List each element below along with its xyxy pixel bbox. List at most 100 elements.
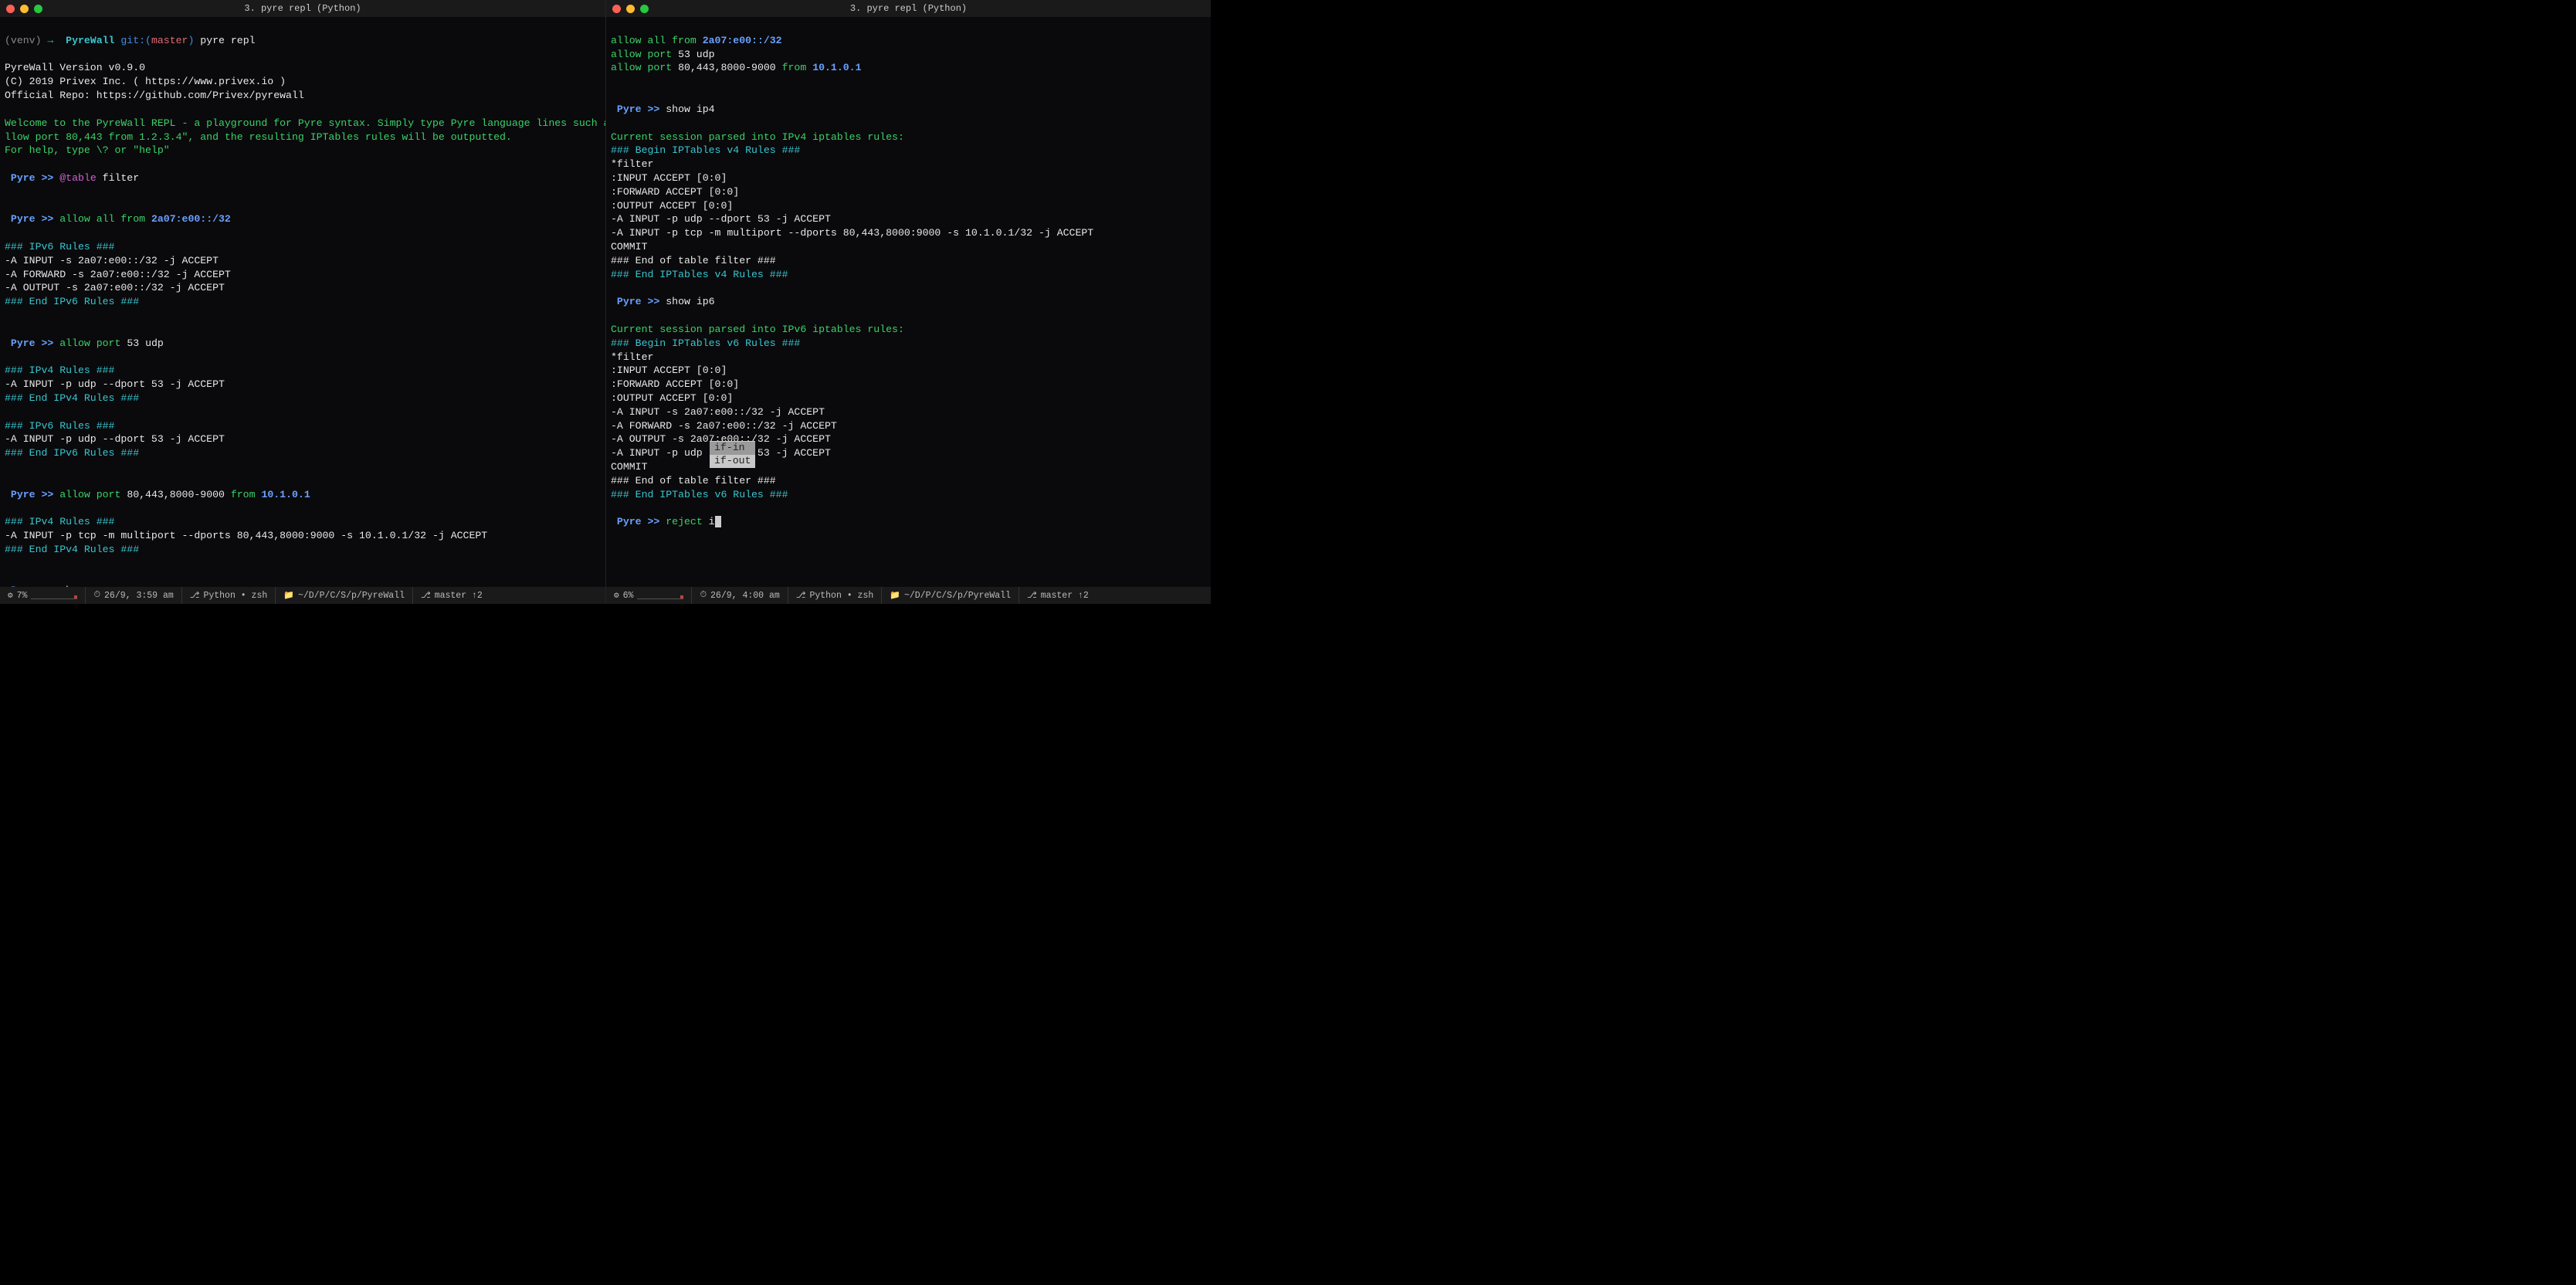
status-branch[interactable]: ⎇ master ↑2 [1019,587,1096,604]
rules-footer: ### End IPv6 Rules ### [5,296,139,307]
repl-input-ip: 10.1.0.1 [261,489,310,500]
status-folder[interactable]: 📁 ~/D/P/C/S/p/PyreWall [276,587,413,604]
window-title: 3. pyre repl (Python) [0,3,605,14]
traffic-lights [0,5,42,13]
status-cpu: ⚙ 7% [0,587,86,604]
terminal-content-left[interactable]: (venv) → PyreWall git:(master) pyre repl… [0,17,605,587]
rules-line: :OUTPUT ACCEPT [0:0] [611,392,733,404]
cursor-icon [715,516,721,527]
rules-header: ### IPv6 Rules ### [5,241,114,253]
rule-line: allow port [611,49,678,60]
section-header: Current session parsed into IPv6 iptable… [611,324,904,335]
rules-end: ### End IPTables v6 Rules ### [611,489,788,500]
rules-header: ### IPv4 Rules ### [5,516,114,527]
repl-input[interactable]: reject [666,516,708,527]
status-branch-value: master ↑2 [435,591,483,601]
repl-prompt: Pyre >> [11,172,53,184]
rules-line: -A FORWARD -s 2a07:e00::/32 -j ACCEPT [5,269,231,280]
repl-input: show ip6 [666,296,714,307]
maximize-icon[interactable] [640,5,649,13]
banner-line: PyreWall Version v0.9.0 [5,62,145,73]
repl-input: @table [59,172,96,184]
terminal-content-right[interactable]: allow all from 2a07:e00::/32 allow port … [606,17,1211,546]
rules-line: -A INPUT -p udp --dport 53 -j ACCEPT [5,378,225,390]
status-clock-value: 26/9, 3:59 am [104,591,174,601]
autocomplete-item[interactable]: if-in [710,442,755,455]
rule-ip: 10.1.0.1 [812,62,861,73]
autocomplete-item[interactable]: if-out [710,455,755,468]
git-branch: master [151,35,188,46]
sparkline-icon [637,592,683,599]
rules-line: :OUTPUT ACCEPT [0:0] [611,200,733,212]
sparkline-icon [31,592,77,599]
rules-line: -A INPUT -p tcp -m multiport --dports 80… [611,227,1093,239]
status-branch[interactable]: ⎇ master ↑2 [413,587,490,604]
status-clock-value: 26/9, 4:00 am [710,591,780,601]
rules-line: -A INPUT -p tcp -m multiport --dports 80… [5,530,487,541]
statusbar-right: ⚙ 6% ⏱ 26/9, 4:00 am ⎇ Python • zsh 📁 ~/… [605,587,1211,604]
rules-line: ### End of table filter ### [611,255,776,266]
rules-header: ### IPv4 Rules ### [5,364,114,376]
rules-begin: ### Begin IPTables v4 Rules ### [611,144,800,156]
rules-line: :INPUT ACCEPT [0:0] [611,172,727,184]
rules-line: -A INPUT -p udp --dport 53 -j ACCEPT [611,213,831,225]
shell-command: pyre repl [200,35,255,46]
status-lang: ⎇ Python • zsh [182,587,276,604]
status-clock: ⏱ 26/9, 3:59 am [86,587,181,604]
status-cpu: ⚙ 6% [606,587,692,604]
cpu-icon: ⚙ [614,590,619,601]
status-cpu-value: 7% [17,591,28,601]
rule-line: 53 udp [678,49,714,60]
repl-input: 53 [127,337,145,349]
git-label: git:( [120,35,151,46]
python-icon: ⎇ [190,590,200,601]
rules-line: :FORWARD ACCEPT [0:0] [611,186,739,198]
rules-begin: ### Begin IPTables v6 Rules ### [611,337,800,349]
rule-ip: 2a07:e00::/32 [703,35,782,46]
rules-footer: ### End IPv4 Rules ### [5,392,139,404]
rules-line: *filter [611,351,653,363]
status-lang: ⎇ Python • zsh [788,587,883,604]
close-icon[interactable] [612,5,621,13]
status-cpu-value: 6% [623,591,634,601]
prompt-arrow-icon: → [47,35,53,46]
rules-line: -A OUTPUT -s 2a07:e00::/32 -j ACCEPT [5,282,225,293]
terminal-pane-right: 3. pyre repl (Python) allow all from 2a0… [605,0,1211,587]
statusbar-left: ⚙ 7% ⏱ 26/9, 3:59 am ⎇ Python • zsh 📁 ~/… [0,587,605,604]
status-lang-value: Python • zsh [203,591,267,601]
autocomplete-popup[interactable]: if-in if-out [710,441,755,468]
maximize-icon[interactable] [34,5,42,13]
status-folder[interactable]: 📁 ~/D/P/C/S/p/PyreWall [882,587,1019,604]
rule-line: allow port [611,62,678,73]
titlebar-right: 3. pyre repl (Python) [606,0,1211,17]
repl-input-typed[interactable]: i [709,516,715,527]
minimize-icon[interactable] [626,5,635,13]
rules-footer: ### End IPv6 Rules ### [5,447,139,459]
banner-line: (C) 2019 Privex Inc. ( https://www.prive… [5,76,286,87]
welcome-text: For help, type \? or "help" [5,144,170,156]
repl-prompt: Pyre >> [617,103,659,115]
status-lang-value: Python • zsh [809,591,873,601]
close-icon[interactable] [6,5,15,13]
section-header: Current session parsed into IPv4 iptable… [611,131,904,143]
rules-line: -A INPUT -p udp --dport 53 -j ACCEPT [5,433,225,445]
folder-icon: 📁 [890,590,900,601]
repl-prompt: Pyre >> [11,337,53,349]
repl-input: from [231,489,262,500]
rule-line: from [782,62,813,73]
python-icon: ⎇ [796,590,806,601]
cpu-icon: ⚙ [8,590,13,601]
rules-line: :FORWARD ACCEPT [0:0] [611,378,739,390]
repl-prompt: Pyre >> [617,296,659,307]
repl-input: 80,443,8000-9000 [127,489,231,500]
branch-icon: ⎇ [1027,590,1037,601]
repl-input: allow port [59,489,127,500]
venv-label: (venv) [5,35,41,46]
repl-input: allow all from [59,213,151,225]
rules-line: COMMIT [611,461,647,473]
git-close: ) [188,35,194,46]
clock-icon: ⏱ [700,591,707,600]
minimize-icon[interactable] [20,5,29,13]
rules-line: ### End of table filter ### [611,475,776,487]
welcome-text: llow port 80,443 from 1.2.3.4", and the … [5,131,512,143]
